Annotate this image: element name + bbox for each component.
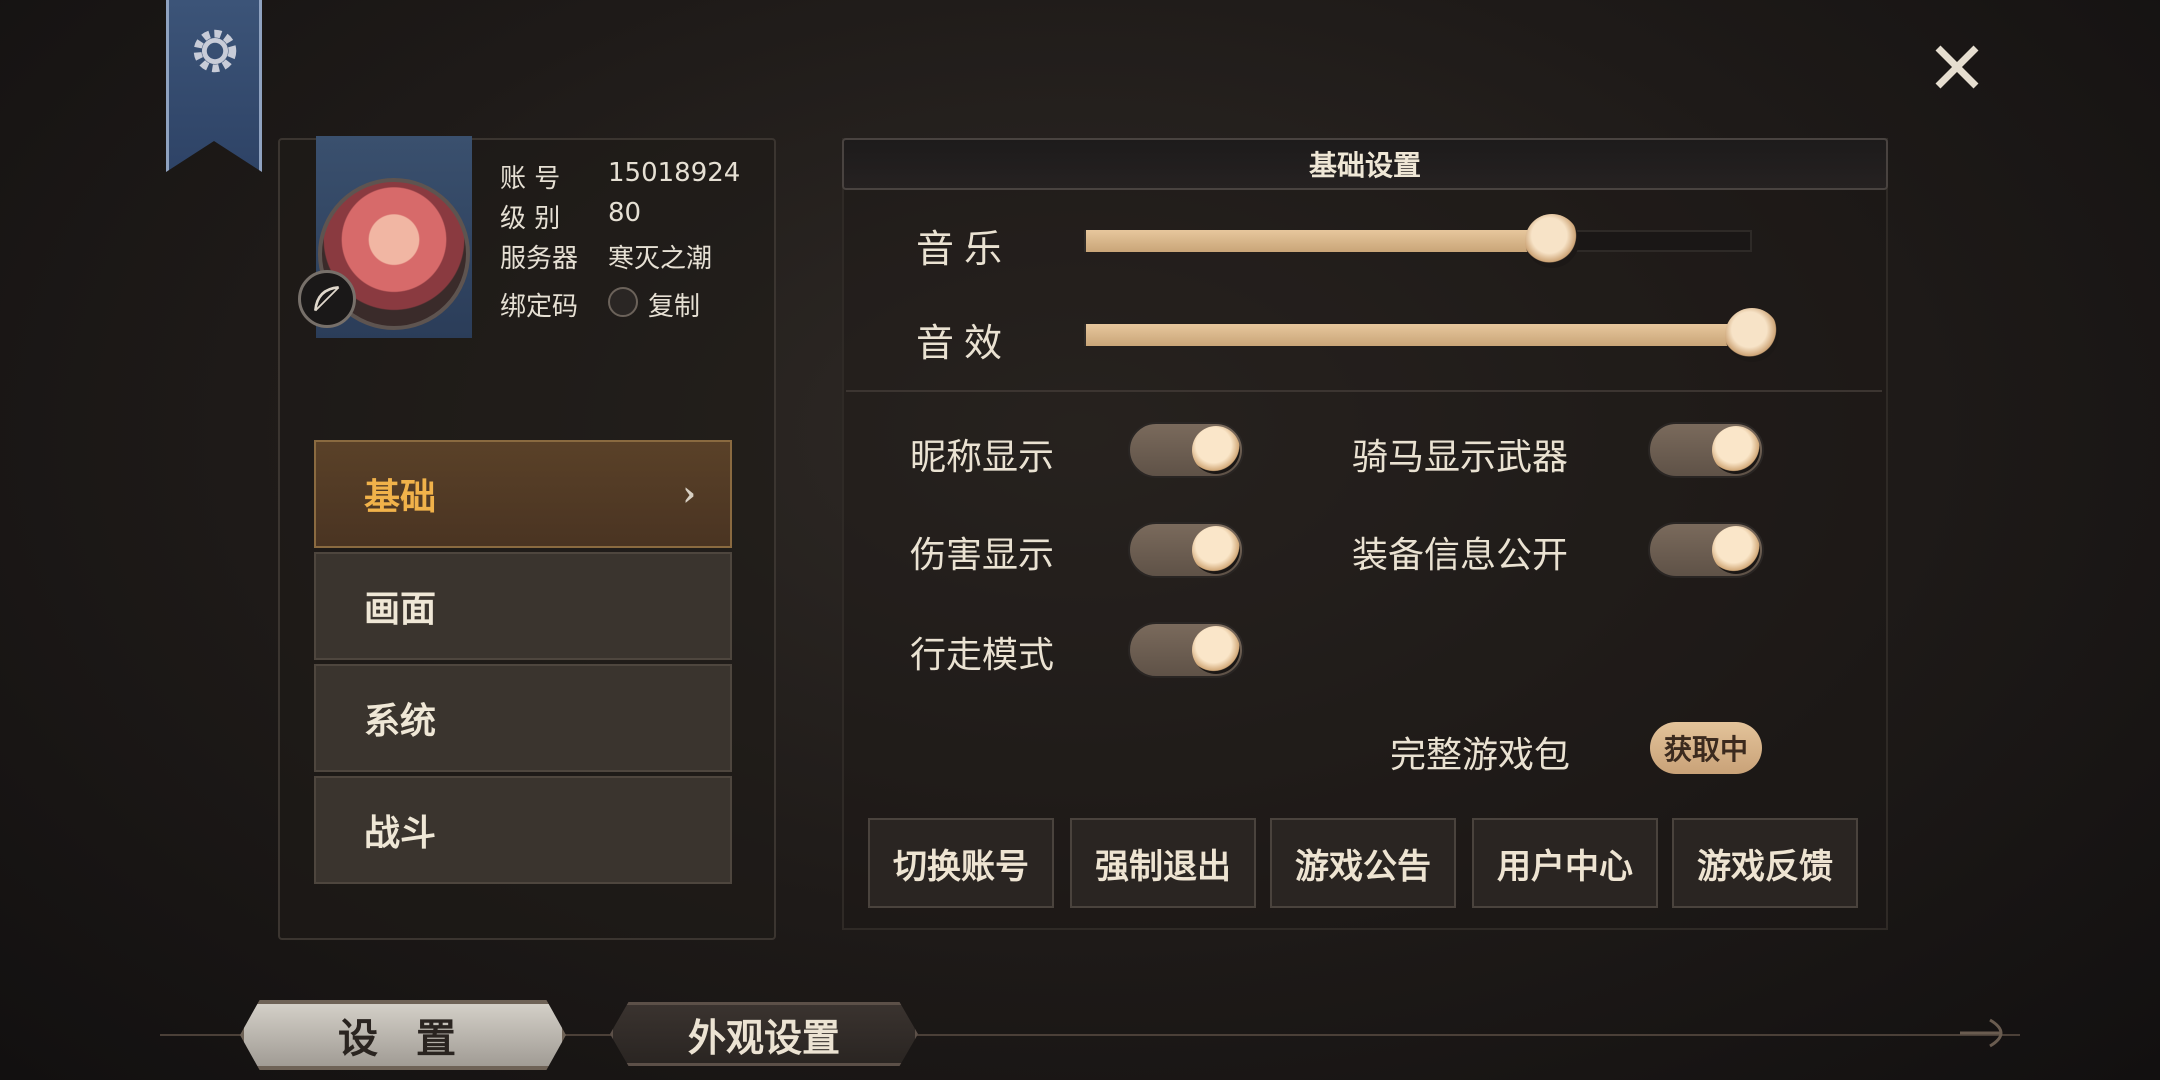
sfx-label: 音效 (916, 321, 1013, 365)
equipment-public-label: 装备信息公开 (1352, 535, 1569, 576)
toggle-knob (1712, 426, 1760, 474)
music-slider[interactable] (1084, 230, 1752, 252)
full-package-label: 完整游戏包 (1390, 735, 1571, 776)
menu-item-label: 基础 (364, 476, 437, 518)
announcement-button[interactable]: 游戏公告 (1270, 818, 1456, 908)
panel-title: 基础设置 (842, 138, 1888, 190)
level-value: 80 (608, 198, 642, 228)
menu-item-label: 画面 (364, 588, 437, 630)
damage-display-label: 伤害显示 (910, 535, 1055, 576)
user-center-button[interactable]: 用户中心 (1472, 818, 1658, 908)
damage-display-toggle[interactable] (1128, 522, 1244, 578)
mount-weapon-label: 骑马显示武器 (1352, 437, 1569, 478)
tab-settings[interactable]: 设 置 (240, 1000, 566, 1070)
menu-item-combat[interactable]: 战斗 (314, 776, 732, 884)
sfx-slider[interactable] (1084, 324, 1754, 346)
sfx-slider-handle[interactable] (1725, 308, 1779, 362)
switch-account-button[interactable]: 切换账号 (868, 818, 1054, 908)
menu-item-label: 战斗 (364, 812, 437, 854)
tab-appearance[interactable]: 外观设置 (610, 1002, 918, 1066)
menu-item-display[interactable]: 画面 (314, 552, 732, 660)
toggle-knob (1192, 426, 1240, 474)
mount-weapon-toggle[interactable] (1648, 422, 1764, 478)
level-label: 级 别 (500, 204, 561, 234)
gear-icon (193, 29, 237, 73)
close-icon[interactable] (1930, 40, 1984, 94)
menu-item-system[interactable]: 系统 (314, 664, 732, 772)
divider (846, 390, 1882, 392)
walk-mode-label: 行走模式 (910, 635, 1055, 676)
account-label: 账 号 (500, 164, 561, 194)
server-value: 寒灭之潮 (608, 244, 713, 274)
music-slider-fill (1086, 230, 1554, 252)
music-slider-handle[interactable] (1524, 214, 1579, 268)
chevron-right-icon: › (682, 474, 696, 514)
bow-class-icon (298, 270, 356, 328)
bind-code-label: 绑定码 (500, 292, 579, 322)
music-label: 音乐 (916, 227, 1013, 271)
sfx-slider-fill (1086, 324, 1754, 346)
account-value: 15018924 (608, 158, 741, 188)
copy-button[interactable]: 复制 (648, 286, 700, 323)
bow-emblem-icon (1960, 1018, 2003, 1048)
toggle-knob (1192, 626, 1240, 674)
menu-item-basic[interactable]: 基础 › (314, 440, 732, 548)
feedback-button[interactable]: 游戏反馈 (1672, 818, 1858, 908)
server-label: 服务器 (500, 244, 579, 274)
nickname-display-toggle[interactable] (1128, 422, 1244, 478)
walk-mode-toggle[interactable] (1128, 622, 1244, 678)
nickname-display-label: 昵称显示 (910, 437, 1055, 478)
package-status-badge[interactable]: 获取中 (1650, 722, 1762, 774)
equipment-public-toggle[interactable] (1648, 522, 1764, 578)
menu-item-label: 系统 (364, 700, 437, 742)
toggle-knob (1192, 526, 1240, 574)
copy-icon[interactable] (608, 287, 638, 317)
force-quit-button[interactable]: 强制退出 (1070, 818, 1256, 908)
toggle-knob (1712, 526, 1760, 574)
